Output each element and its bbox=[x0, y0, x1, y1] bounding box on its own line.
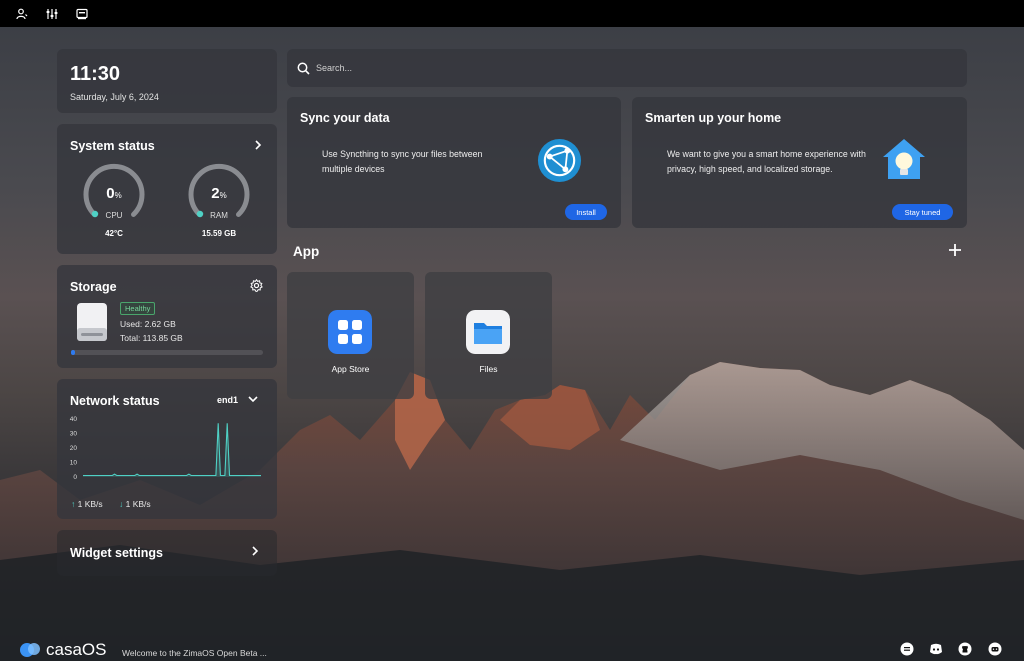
network-title: Network status bbox=[70, 394, 160, 408]
cpu-value: 0% bbox=[106, 185, 122, 202]
settings-sliders-icon[interactable] bbox=[44, 6, 60, 22]
network-series-line bbox=[83, 423, 261, 477]
upload-speed: ↑ 1 KB/s bbox=[71, 499, 103, 509]
arrow-up-icon: ↑ bbox=[71, 499, 76, 509]
chevron-down-icon[interactable] bbox=[247, 393, 259, 405]
add-app-icon[interactable] bbox=[948, 243, 962, 257]
arrow-down-icon: ↓ bbox=[119, 499, 124, 509]
top-bar bbox=[0, 0, 1024, 27]
sync-description: Use Syncthing to sync your files between… bbox=[322, 149, 483, 174]
y-tick-label: 20 bbox=[70, 445, 78, 452]
widget-settings-button[interactable]: Widget settings bbox=[57, 530, 277, 576]
chevron-right-icon[interactable] bbox=[252, 139, 264, 151]
sync-title: Sync your data bbox=[300, 111, 390, 125]
chat-icon[interactable] bbox=[988, 642, 1002, 656]
app-name: App Store bbox=[331, 364, 370, 374]
ram-gauge: 2% RAM 15.59 GB bbox=[187, 163, 251, 243]
app-tile-app-store[interactable]: App Store bbox=[287, 272, 414, 399]
chevron-right-icon bbox=[252, 546, 259, 556]
app-store-icon bbox=[328, 310, 372, 354]
welcome-message[interactable]: Welcome to the ZimaOS Open Beta ... bbox=[122, 648, 267, 658]
y-tick-label: 0 bbox=[73, 474, 77, 481]
smart-home-bulb-icon bbox=[883, 139, 925, 179]
storage-progress-fill bbox=[71, 350, 76, 355]
storage-progress bbox=[71, 350, 263, 355]
download-speed: ↓ 1 KB/s bbox=[119, 499, 151, 509]
clock-time: 11:30 bbox=[70, 63, 121, 85]
network-chart: 0 10 20 30 40 bbox=[70, 416, 261, 481]
y-tick-label: 40 bbox=[70, 416, 78, 423]
smart-home-description: We want to give you a smart home experie… bbox=[667, 149, 866, 174]
y-tick-label: 10 bbox=[70, 460, 78, 467]
y-tick-label: 30 bbox=[70, 431, 78, 438]
terminal-icon[interactable] bbox=[74, 6, 90, 22]
github-icon[interactable] bbox=[958, 642, 972, 656]
casaos-logo: casaOS bbox=[46, 640, 107, 659]
install-button[interactable]: Install bbox=[565, 204, 607, 220]
storage-total: Total: 113.85 GB bbox=[120, 333, 183, 343]
cpu-label: CPU bbox=[105, 211, 123, 220]
interface-select[interactable]: end1 bbox=[217, 395, 238, 405]
smart-home-promo-card: Smarten up your home We want to give you… bbox=[632, 97, 967, 228]
disk-drive-icon bbox=[77, 303, 107, 341]
health-badge: Healthy bbox=[120, 302, 156, 315]
clock-date: Saturday, July 6, 2024 bbox=[70, 92, 159, 102]
storage-widget: Storage Healthy Used: 2.62 GB Total: 113… bbox=[57, 265, 277, 368]
cpu-temperature: 42°C bbox=[105, 229, 123, 238]
search-icon bbox=[297, 62, 310, 75]
sync-promo-card: Sync your data Use Syncthing to sync you… bbox=[287, 97, 621, 228]
footer: casaOS Welcome to the ZimaOS Open Beta .… bbox=[0, 636, 1024, 661]
network-area bbox=[83, 423, 261, 477]
app-tile-files[interactable]: Files bbox=[425, 272, 552, 399]
app-name: Files bbox=[479, 364, 498, 374]
ram-usage: 15.59 GB bbox=[201, 229, 237, 238]
smart-home-title: Smarten up your home bbox=[645, 111, 782, 125]
cpu-gauge: 0% CPU 42°C bbox=[82, 163, 146, 243]
ram-label: RAM bbox=[210, 211, 228, 220]
ram-value: 2% bbox=[211, 185, 227, 202]
files-icon bbox=[466, 310, 510, 354]
search-input[interactable] bbox=[316, 63, 916, 73]
system-status-widget: System status 0% CPU 42°C 2% RAM 15.59 G… bbox=[57, 124, 277, 254]
feedback-icon[interactable] bbox=[900, 642, 914, 656]
apps-section-title: App bbox=[293, 244, 320, 259]
system-status-title: System status bbox=[70, 139, 155, 153]
network-widget: Network status end1 0 10 20 30 40 ↑ 1 KB/s ↓… bbox=[57, 379, 277, 519]
widget-settings-label: Widget settings bbox=[70, 546, 163, 560]
stay-tuned-button[interactable]: Stay tuned bbox=[892, 204, 953, 220]
discord-icon[interactable] bbox=[929, 642, 943, 656]
storage-used: Used: 2.62 GB bbox=[120, 319, 176, 329]
syncthing-icon bbox=[537, 138, 582, 183]
casaos-logo-icon bbox=[20, 643, 40, 657]
gear-icon[interactable] bbox=[250, 279, 263, 292]
clock-widget: 11:30 Saturday, July 6, 2024 bbox=[57, 49, 277, 113]
storage-title: Storage bbox=[70, 280, 117, 294]
user-icon[interactable] bbox=[14, 6, 30, 22]
search-bar[interactable] bbox=[287, 49, 967, 87]
